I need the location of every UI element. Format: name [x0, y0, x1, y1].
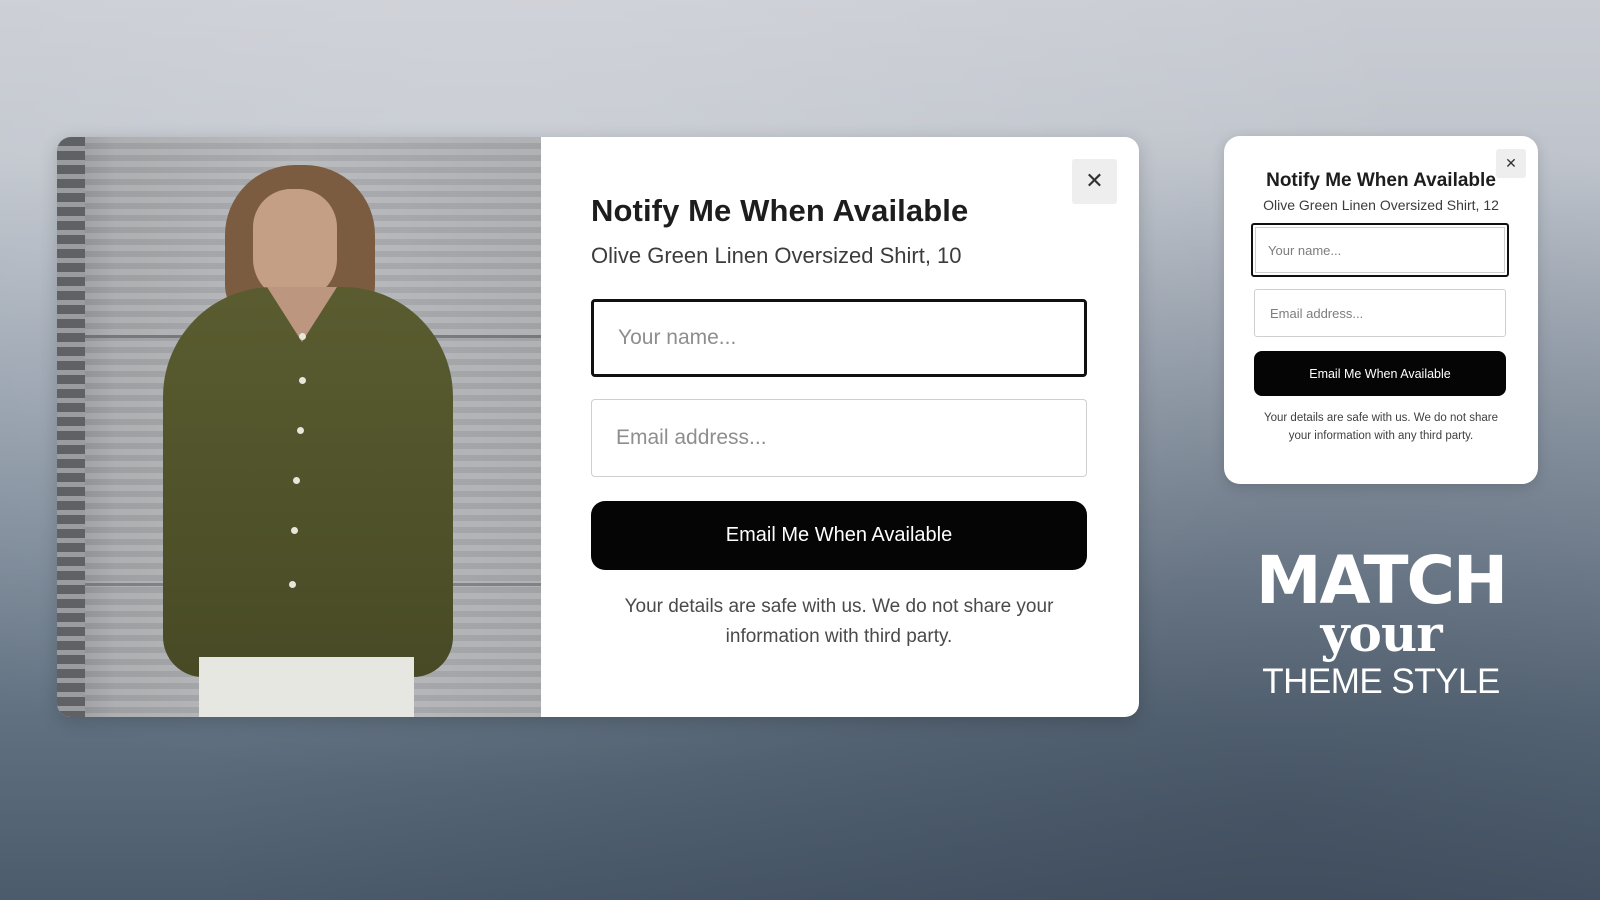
model-face — [253, 189, 337, 301]
email-me-button[interactable]: Email Me When Available — [591, 501, 1087, 570]
email-input[interactable] — [591, 399, 1087, 477]
model-shirt — [163, 287, 453, 677]
name-input[interactable] — [591, 299, 1087, 377]
popup-title: Notify Me When Available — [1266, 170, 1496, 191]
popup-title: Notify Me When Available — [591, 193, 969, 228]
shirt-button — [299, 377, 306, 384]
shirt-button — [299, 333, 306, 340]
shirt-button — [297, 427, 304, 434]
privacy-note: Your details are safe with us. We do not… — [624, 596, 1054, 647]
shirt-button — [291, 527, 298, 534]
notify-popup-large: ✕ Notify Me When Available Olive Green L… — [57, 137, 1139, 717]
email-input[interactable] — [1254, 289, 1506, 337]
product-variant-label: Olive Green Linen Oversized Shirt, 12 — [1263, 197, 1499, 213]
close-icon[interactable]: ✕ — [1496, 149, 1526, 178]
notify-form-large: ✕ Notify Me When Available Olive Green L… — [541, 137, 1139, 717]
product-variant-label: Olive Green Linen Oversized Shirt, 10 — [591, 243, 962, 268]
privacy-note: Your details are safe with us. We do not… — [1264, 412, 1498, 442]
model-pants — [199, 657, 414, 717]
close-icon[interactable]: ✕ — [1072, 159, 1117, 204]
shirt-button — [289, 581, 296, 588]
photo-shutter — [57, 137, 85, 717]
notify-popup-small: ✕ Notify Me When Available Olive Green L… — [1224, 136, 1538, 484]
shirt-button — [293, 477, 300, 484]
tagline-line-3: THEME STYLE — [1262, 662, 1500, 701]
marketing-tagline: MATCH your THEME STYLE — [1225, 548, 1537, 702]
email-me-button[interactable]: Email Me When Available — [1254, 351, 1506, 396]
product-image — [57, 137, 541, 717]
name-input[interactable] — [1251, 223, 1509, 277]
